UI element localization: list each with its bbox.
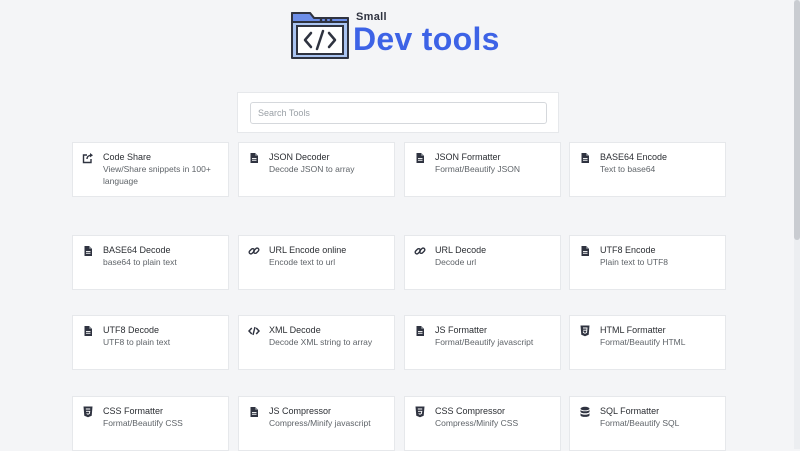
tool-title: JSON Formatter bbox=[435, 152, 501, 162]
tool-title: UTF8 Encode bbox=[600, 245, 656, 255]
tool-card-sql-formatter[interactable]: SQL Formatter Format/Beautify SQL bbox=[569, 396, 726, 451]
tool-title: UTF8 Decode bbox=[103, 325, 160, 335]
logo-title: Dev tools bbox=[353, 21, 500, 57]
tool-card-css-formatter[interactable]: CSS Formatter Format/Beautify CSS bbox=[72, 396, 229, 451]
tool-title: BASE64 Encode bbox=[600, 152, 668, 162]
tool-title: URL Decode bbox=[435, 245, 487, 255]
tool-card-base64-encode[interactable]: BASE64 Encode Text to base64 bbox=[569, 142, 726, 197]
code-icon bbox=[248, 325, 260, 337]
share-icon bbox=[82, 152, 94, 164]
tool-title: SQL Formatter bbox=[600, 406, 660, 416]
tool-title: BASE64 Decode bbox=[103, 245, 171, 255]
tool-card-json-formatter[interactable]: JSON Formatter Format/Beautify JSON bbox=[404, 142, 561, 197]
tool-card-utf8-encode[interactable]: UTF8 Encode Plain text to UTF8 bbox=[569, 235, 726, 290]
file-icon bbox=[579, 152, 591, 164]
scrollbar[interactable] bbox=[794, 0, 800, 449]
link-icon bbox=[414, 245, 426, 257]
file-icon bbox=[82, 325, 94, 337]
tool-description: Decode XML string to array bbox=[269, 337, 373, 347]
css3-icon bbox=[414, 406, 426, 418]
tool-card-url-decode[interactable]: URL Decode Decode url bbox=[404, 235, 561, 290]
tool-card-json-decoder[interactable]: JSON Decoder Decode JSON to array bbox=[238, 142, 395, 197]
file-icon bbox=[248, 152, 260, 164]
css3-icon bbox=[82, 406, 94, 418]
tool-title: JSON Decoder bbox=[269, 152, 330, 162]
tool-description: Plain text to UTF8 bbox=[600, 257, 669, 267]
tool-description: base64 to plain text bbox=[103, 257, 177, 267]
file-icon bbox=[248, 406, 260, 418]
tool-card-xml-decode[interactable]: XML Decode Decode XML string to array bbox=[238, 315, 395, 370]
code-window-icon bbox=[291, 12, 349, 59]
tool-title: Code Share bbox=[103, 152, 152, 162]
tool-description: View/Share snippets in 100+ language bbox=[103, 164, 211, 186]
tool-description: Compress/Minify CSS bbox=[435, 418, 519, 428]
file-icon bbox=[82, 245, 94, 257]
tool-card-code-share[interactable]: Code Share View/Share snippets in 100+ la… bbox=[72, 142, 229, 197]
tool-title: HTML Formatter bbox=[600, 325, 666, 335]
file-icon bbox=[579, 245, 591, 257]
tool-card-js-formatter[interactable]: JS Formatter Format/Beautify javascript bbox=[404, 315, 561, 370]
search-panel bbox=[237, 92, 559, 133]
tool-title: JS Compressor bbox=[269, 406, 332, 416]
tool-card-base64-decode[interactable]: BASE64 Decode base64 to plain text bbox=[72, 235, 229, 290]
tool-description: UTF8 to plain text bbox=[103, 337, 171, 347]
tool-title: JS Formatter bbox=[435, 325, 488, 335]
tool-description: Decode url bbox=[435, 257, 477, 267]
tool-card-js-compressor[interactable]: JS Compressor Compress/Minify javascript bbox=[238, 396, 395, 451]
tool-card-utf8-decode[interactable]: UTF8 Decode UTF8 to plain text bbox=[72, 315, 229, 370]
link-icon bbox=[248, 245, 260, 257]
scrollbar-thumb[interactable] bbox=[794, 0, 800, 240]
file-icon bbox=[414, 325, 426, 337]
tool-description: Text to base64 bbox=[600, 164, 656, 174]
html5-icon bbox=[579, 325, 591, 337]
tool-card-html-formatter[interactable]: HTML Formatter Format/Beautify HTML bbox=[569, 315, 726, 370]
tool-title: XML Decode bbox=[269, 325, 321, 335]
tool-description: Encode text to url bbox=[269, 257, 336, 267]
file-icon bbox=[414, 152, 426, 164]
tool-card-url-encode-online[interactable]: URL Encode online Encode text to url bbox=[238, 235, 395, 290]
tool-title: URL Encode online bbox=[269, 245, 347, 255]
tool-description: Decode JSON to array bbox=[269, 164, 355, 174]
database-icon bbox=[579, 406, 591, 418]
tool-title: CSS Formatter bbox=[103, 406, 164, 416]
tool-card-css-compressor[interactable]: CSS Compressor Compress/Minify CSS bbox=[404, 396, 561, 451]
tool-description: Compress/Minify javascript bbox=[269, 418, 371, 428]
tool-description: Format/Beautify JSON bbox=[435, 164, 521, 174]
tool-description: Format/Beautify javascript bbox=[435, 337, 534, 347]
tool-title: CSS Compressor bbox=[435, 406, 506, 416]
logo[interactable]: Small Dev tools bbox=[290, 9, 520, 61]
tool-description: Format/Beautify HTML bbox=[600, 337, 686, 347]
tool-description: Format/Beautify CSS bbox=[103, 418, 183, 428]
search-input[interactable] bbox=[250, 102, 547, 124]
tool-description: Format/Beautify SQL bbox=[600, 418, 680, 428]
